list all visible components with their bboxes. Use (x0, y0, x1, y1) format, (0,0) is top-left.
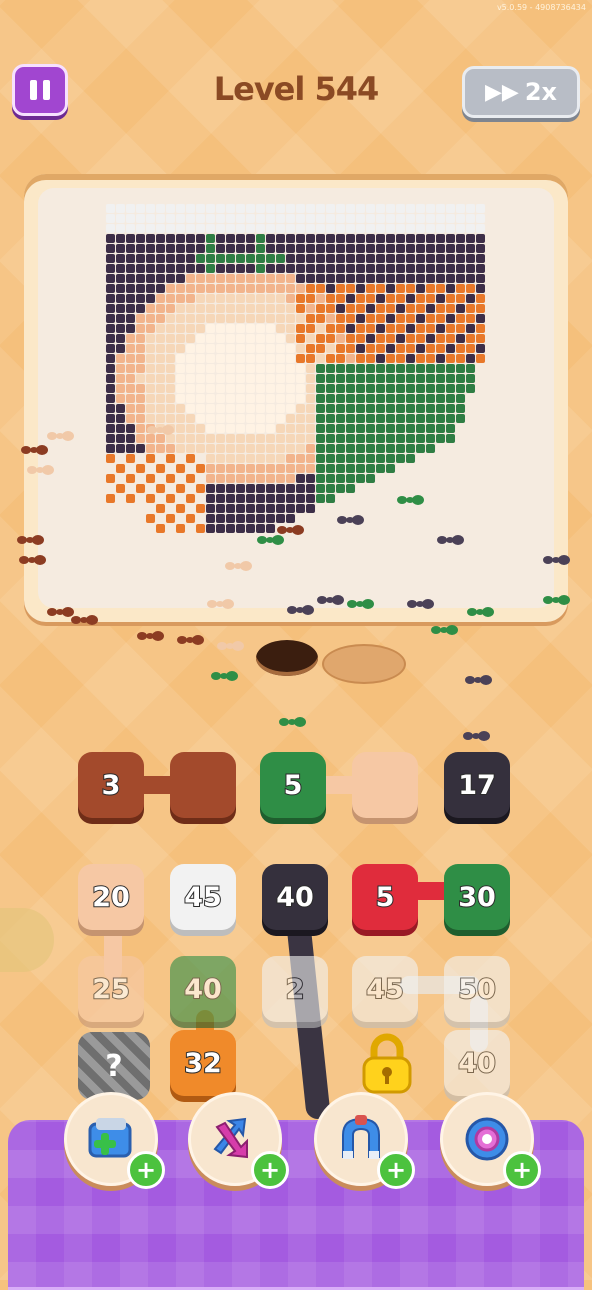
rope-booster-button[interactable]: + (440, 1092, 541, 1189)
queue-slot-1[interactable]: 3 (78, 752, 144, 818)
tile-r1-c1[interactable]: 20 (78, 864, 144, 930)
shuffle-booster-button[interactable]: + (188, 1092, 289, 1189)
speed-label: 2x (524, 78, 558, 106)
tile-r3-c5: 40 (444, 1030, 510, 1096)
lock-icon (362, 1033, 412, 1094)
ant-hole (256, 640, 318, 676)
tile-r3-c2: 32 (170, 1030, 236, 1096)
speed-button[interactable]: ▶▶ 2x (462, 66, 580, 118)
add-slot-booster-button[interactable]: + (64, 1092, 165, 1189)
magnet-booster-button[interactable]: + (314, 1092, 415, 1189)
tile-r2-c3: 2 (262, 956, 328, 1022)
tile-r2-c4: 45 (352, 956, 418, 1022)
magnet-plus: + (377, 1151, 415, 1189)
shuffle-plus: + (251, 1151, 289, 1189)
tile-r1-c3[interactable]: 40 (262, 864, 328, 930)
tile-r1-c4[interactable]: 5 (352, 864, 418, 930)
queue-slot-2[interactable] (170, 752, 236, 818)
queue-slot-4[interactable] (352, 752, 418, 818)
hole-lid (322, 644, 406, 684)
tile-r2-c5: 50 (444, 956, 510, 1022)
add-slot-plus: + (127, 1151, 165, 1189)
mystery-tile: ? (78, 1032, 150, 1100)
version-label: v5.0.59 - 4908736434 (496, 3, 586, 12)
tile-r2-c2: 40 (170, 956, 236, 1022)
queue-slot-5[interactable]: 17 (444, 752, 510, 818)
pixel-art-image (106, 204, 485, 533)
tile-r1-c2[interactable]: 45 (170, 864, 236, 930)
queue-slot-3[interactable]: 5 (260, 752, 326, 818)
tile-r2-c1: 25 (78, 956, 144, 1022)
tile-r1-c5[interactable]: 30 (444, 864, 510, 930)
rope-plus: + (503, 1151, 541, 1189)
fast-forward-icon: ▶▶ (484, 79, 519, 105)
